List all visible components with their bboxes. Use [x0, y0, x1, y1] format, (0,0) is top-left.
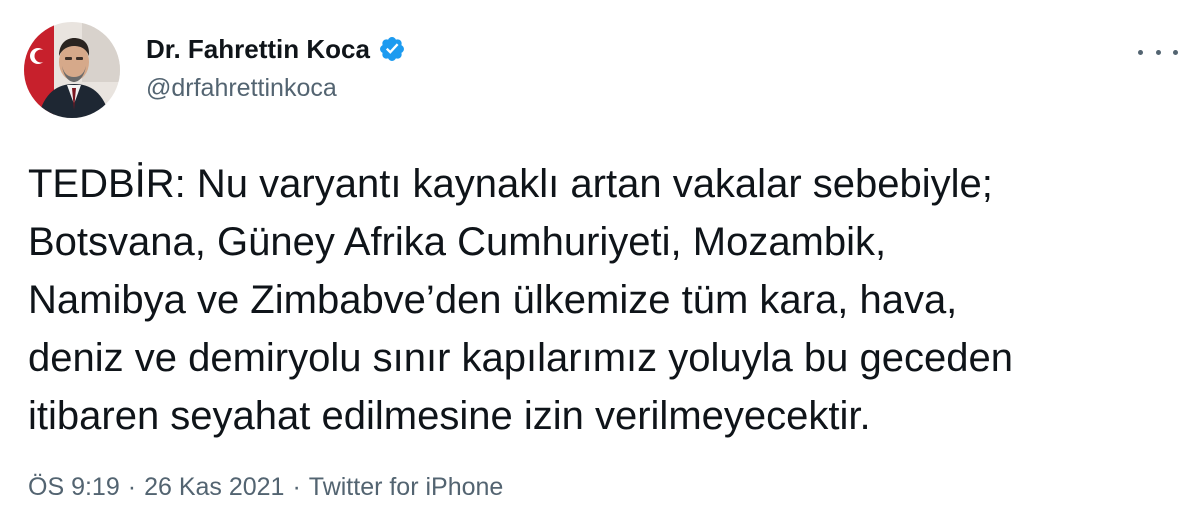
tweet-time[interactable]: ÖS 9:19	[28, 473, 120, 502]
more-dot	[1138, 49, 1143, 55]
author-handle[interactable]: @drfahrettinkoca	[146, 74, 337, 103]
tweet-text-line: Botsvana, Güney Afrika Cumhuriyeti, Moza…	[28, 220, 887, 264]
tweet-text-line: Namibya ve Zimbabve’den ülkemize tüm kar…	[28, 278, 958, 322]
meta-separator: ·	[292, 473, 301, 501]
author-display-name[interactable]: Dr. Fahrettin Koca	[146, 34, 370, 65]
tweet-metadata: ÖS 9:19 · 26 Kas 2021 · Twitter for iPho…	[28, 473, 503, 502]
tweet-card: Dr. Fahrettin Koca @drfahrettinkoca TEDB…	[0, 0, 1200, 509]
tweet-text: TEDBİR: Nu varyantı kaynaklı artan vakal…	[28, 155, 1178, 445]
verified-badge-icon	[378, 35, 406, 63]
tweet-text-line: itibaren seyahat edilmesine izin verilme…	[28, 394, 871, 438]
tweet-text-line: deniz ve demiryolu sınır kapılarımız yol…	[28, 336, 1013, 380]
author-name-row: Dr. Fahrettin Koca	[146, 32, 406, 66]
meta-separator: ·	[127, 473, 137, 501]
tweet-text-line: TEDBİR: Nu varyantı kaynaklı artan vakal…	[28, 162, 993, 206]
avatar[interactable]	[24, 22, 120, 118]
tweet-date[interactable]: 26 Kas 2021	[144, 473, 284, 502]
tweet-source[interactable]: Twitter for iPhone	[309, 473, 504, 502]
more-horizontal-icon[interactable]	[1138, 40, 1178, 64]
more-dot	[1173, 49, 1178, 55]
avatar-image	[24, 22, 120, 118]
more-dot	[1155, 49, 1161, 55]
